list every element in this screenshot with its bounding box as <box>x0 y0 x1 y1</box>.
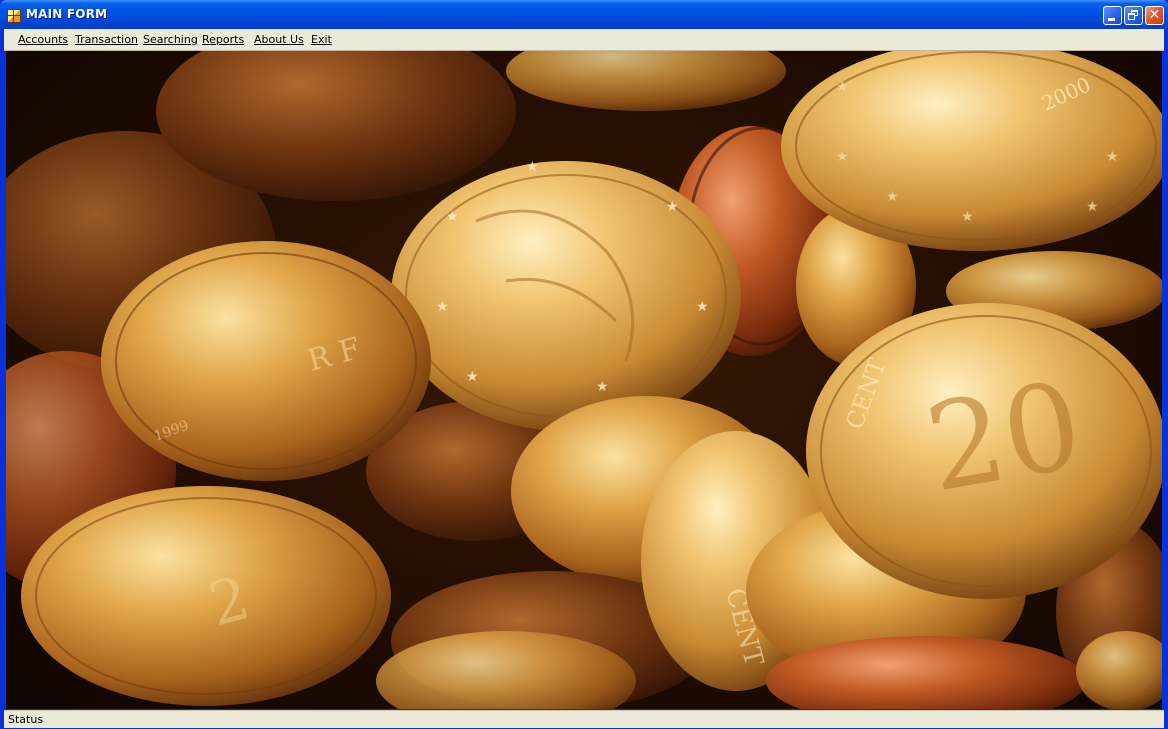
restore-button[interactable] <box>1124 6 1143 25</box>
close-button[interactable]: ✕ <box>1145 6 1164 25</box>
minimize-button[interactable] <box>1103 6 1122 25</box>
menu-transaction[interactable]: Transaction <box>75 33 138 46</box>
menu-accounts[interactable]: Accounts <box>18 33 68 46</box>
status-label: Status <box>8 713 44 726</box>
menu-searching[interactable]: Searching <box>143 33 198 46</box>
title-bar[interactable]: MAIN FORM ✕ <box>0 0 1168 29</box>
app-icon[interactable] <box>7 9 21 23</box>
menu-bar: Accounts Transaction Searching Reports A… <box>4 29 1164 51</box>
mdi-background-image: 2000 ★ ★ ★ ★ ★ ★ ★ ★ ★ ★ ★ ★ ★ R F 1999 2 <box>6 51 1162 709</box>
status-bar: Status <box>4 710 1164 728</box>
menu-reports[interactable]: Reports <box>202 33 244 46</box>
restore-icon-front <box>1128 13 1135 20</box>
minimize-icon <box>1108 18 1115 21</box>
close-icon: ✕ <box>1148 7 1161 23</box>
menu-about-us[interactable]: About Us <box>254 33 304 46</box>
menu-exit[interactable]: Exit <box>311 33 332 46</box>
window-title: MAIN FORM <box>26 7 108 21</box>
main-form-window: MAIN FORM ✕ Accounts Transaction Searchi… <box>0 0 1168 729</box>
coins-image: 2000 ★★★ ★★★ ★★★ ★★★ ★ R F 1999 2 CENT 2… <box>6 51 1162 709</box>
